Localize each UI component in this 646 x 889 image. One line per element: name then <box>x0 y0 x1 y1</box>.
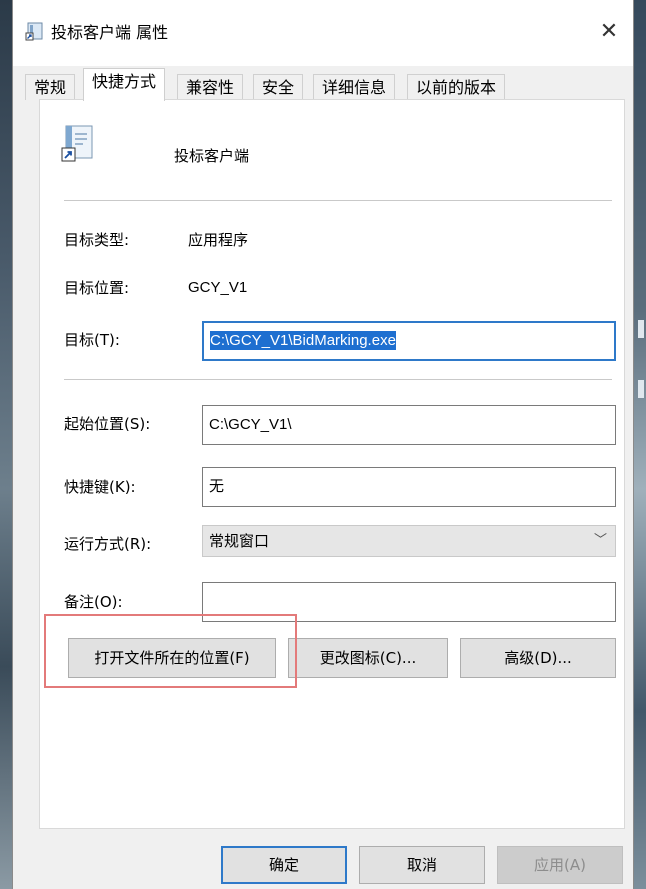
window-title: 投标客户端 属性 <box>51 23 169 42</box>
cancel-button[interactable]: 取消 <box>359 846 485 884</box>
run-select[interactable]: 常规窗口 ﹀ <box>202 525 616 557</box>
tab-shortcut[interactable]: 快捷方式 <box>83 68 166 101</box>
run-select-value: 常规窗口 <box>209 532 270 550</box>
desktop-background-right <box>634 0 646 889</box>
target-field-text: C:\GCY_V1\BidMarking.exe <box>210 331 396 350</box>
start-in-label: 起始位置(S): <box>64 415 151 433</box>
shortcut-file-icon <box>25 22 45 42</box>
target-type-value: 应用程序 <box>188 231 249 249</box>
target-label: 目标(T): <box>64 331 120 349</box>
tab-general[interactable]: 常规 <box>25 74 76 100</box>
tab-strip: 常规 快捷方式 兼容性 安全 详细信息 以前的版本 <box>25 68 625 101</box>
close-icon[interactable]: ✕ <box>595 18 623 46</box>
target-location-value: GCY_V1 <box>188 279 248 296</box>
shortcut-name: 投标客户端 <box>174 147 250 165</box>
open-file-location-button[interactable]: 打开文件所在的位置(F) <box>68 638 276 678</box>
start-in-field[interactable]: C:\GCY_V1\ <box>202 405 616 445</box>
desktop-fragment <box>638 320 644 338</box>
document-shortcut-icon <box>60 124 96 164</box>
hotkey-field[interactable]: 无 <box>202 467 616 507</box>
change-icon-button[interactable]: 更改图标(C)... <box>288 638 448 678</box>
target-location-label: 目标位置: <box>64 279 130 297</box>
desktop-background-left <box>0 0 12 889</box>
desktop-fragment <box>638 380 644 398</box>
tab-details[interactable]: 详细信息 <box>313 74 396 100</box>
apply-button[interactable]: 应用(A) <box>497 846 623 884</box>
chevron-down-icon: ﹀ <box>593 533 607 548</box>
target-type-label: 目标类型: <box>64 231 130 249</box>
shortcut-panel: 投标客户端 目标类型: 应用程序 目标位置: GCY_V1 目标(T): C:\… <box>39 99 625 829</box>
title-bar: 投标客户端 属性 ✕ <box>13 0 633 66</box>
tab-security[interactable]: 安全 <box>253 74 304 100</box>
comment-label: 备注(O): <box>64 593 123 611</box>
divider <box>64 379 612 380</box>
ok-button[interactable]: 确定 <box>221 846 347 884</box>
advanced-button[interactable]: 高级(D)... <box>460 638 616 678</box>
tab-compatibility[interactable]: 兼容性 <box>177 74 244 100</box>
hotkey-label: 快捷键(K): <box>64 478 136 496</box>
target-field[interactable]: C:\GCY_V1\BidMarking.exe <box>202 321 616 361</box>
comment-field[interactable] <box>202 582 616 622</box>
run-label: 运行方式(R): <box>64 535 152 553</box>
tab-previous-versions[interactable]: 以前的版本 <box>407 74 506 100</box>
properties-dialog: 投标客户端 属性 ✕ 常规 快捷方式 兼容性 安全 详细信息 以前的版本 投标客… <box>12 0 634 889</box>
divider <box>64 200 612 201</box>
